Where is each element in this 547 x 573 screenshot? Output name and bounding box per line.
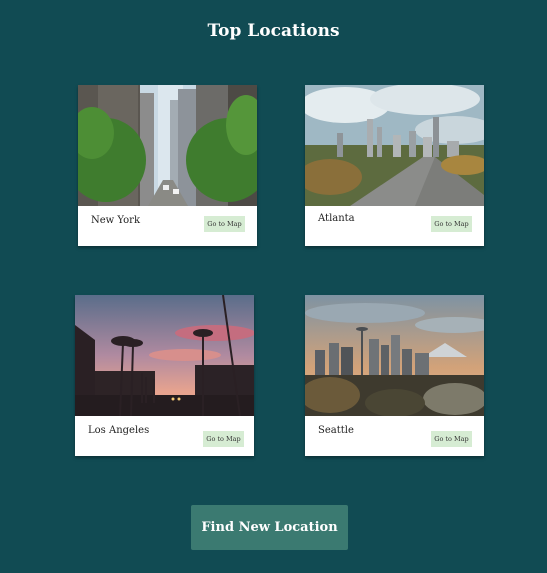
go-to-map-button[interactable]: Go to Map [204,216,245,232]
location-card-atlanta: Atlanta Go to Map [305,85,484,246]
go-to-map-button[interactable]: Go to Map [203,431,244,447]
go-to-map-button[interactable]: Go to Map [431,431,472,447]
go-to-map-button[interactable]: Go to Map [431,216,472,232]
city-name: Los Angeles [88,425,150,436]
atlanta-skyline-photo [305,85,484,206]
seattle-skyline-photo [305,295,484,416]
location-card-new-york: New York Go to Map [78,85,257,246]
new-york-street-photo [78,85,257,206]
find-new-location-button[interactable]: Find New Location [191,505,348,550]
location-card-seattle: Seattle Go to Map [305,295,484,456]
city-name: New York [91,215,140,226]
city-name: Atlanta [318,213,355,224]
page-title: Top Locations [207,21,340,41]
location-card-los-angeles: Los Angeles Go to Map [75,295,254,456]
city-name: Seattle [318,425,354,436]
los-angeles-palms-photo [75,295,254,416]
